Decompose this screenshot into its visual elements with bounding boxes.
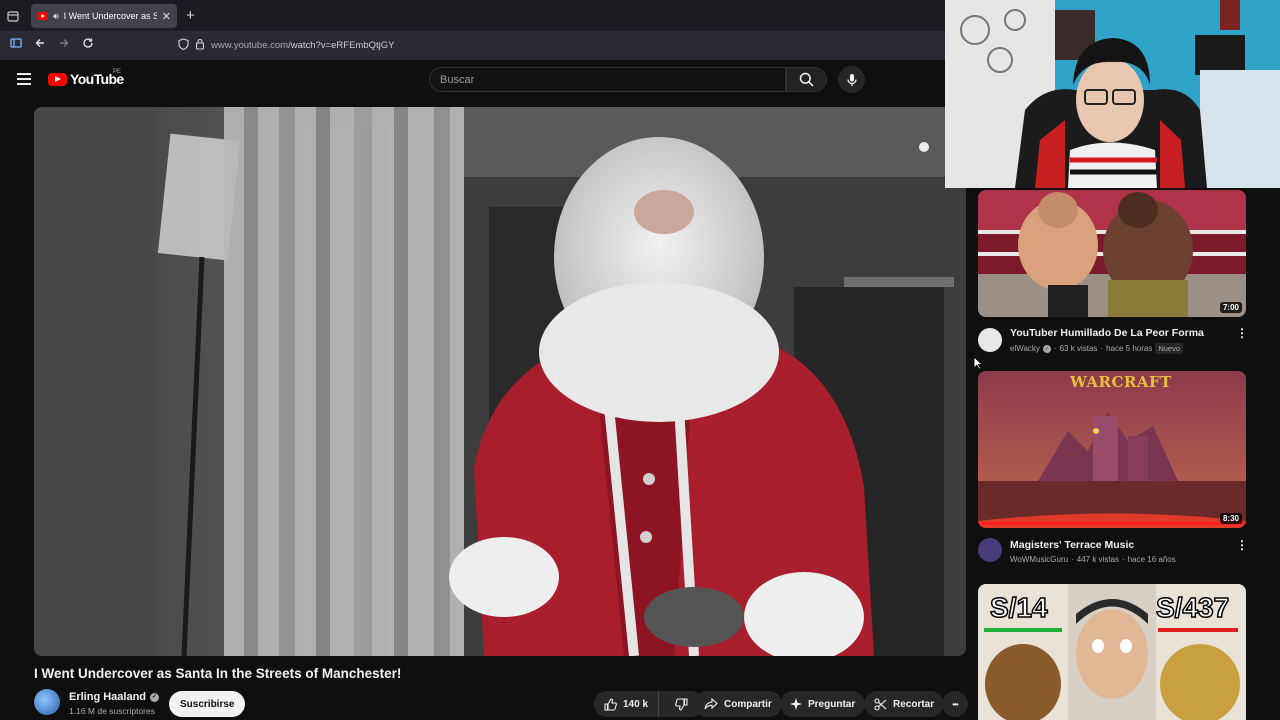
- video-player[interactable]: [34, 107, 966, 656]
- mouse-cursor-icon: [973, 356, 983, 370]
- shield-icon[interactable]: [178, 37, 189, 55]
- video-title: I Went Undercover as Santa In the Street…: [34, 666, 402, 681]
- recommendation-age: hace 5 horas: [1106, 344, 1153, 353]
- channel-avatar[interactable]: [34, 689, 60, 715]
- verified-check-icon: ✓: [150, 692, 160, 702]
- scissors-icon: [874, 697, 887, 711]
- screen: 🔊︎ I Went Undercover as Santa In the Str…: [0, 0, 1280, 720]
- tab-title: I Went Undercover as Santa In the Street…: [63, 11, 157, 21]
- recommendation-age: hace 16 años: [1127, 555, 1176, 564]
- channel-name-wrap[interactable]: Erling Haaland ✓: [69, 691, 160, 703]
- recommendation-views: 447 k vistas: [1076, 555, 1120, 564]
- browser-tab-bar: 🔊︎ I Went Undercover as Santa In the Str…: [0, 0, 945, 31]
- thumbs-down-icon: [675, 697, 688, 711]
- plus-icon[interactable]: +: [186, 7, 195, 24]
- recommendation-views: 63 k vistas: [1059, 344, 1098, 353]
- duration-badge: 8:30: [1219, 513, 1242, 524]
- like-button[interactable]: 140 k: [594, 691, 660, 717]
- url-host: www.youtube.com: [211, 40, 289, 51]
- recommendation-channel[interactable]: WoWMusicGuru: [1010, 555, 1068, 564]
- kebab-menu-icon[interactable]: ⋮: [1236, 326, 1248, 340]
- url-text[interactable]: www.youtube.com/watch?v=eRFEmbQtjGY: [211, 40, 394, 51]
- share-icon: [704, 698, 718, 710]
- channel-row: Erling Haaland ✓ 1.16 M de suscriptores …: [34, 689, 968, 719]
- url-path: /watch?v=eRFEmbQtjGY: [288, 40, 395, 51]
- youtube-header: YouTube PE: [0, 60, 945, 100]
- recommendation-title[interactable]: YouTuber Humillado De La Peor Forma: [1010, 327, 1204, 339]
- close-icon[interactable]: ✕: [162, 10, 171, 23]
- more-actions-button[interactable]: •••: [942, 691, 968, 717]
- search-icon: [799, 72, 814, 87]
- recommendation-item[interactable]: S/14 S/437: [978, 584, 1246, 720]
- lock-icon[interactable]: [195, 37, 205, 55]
- recommendation-channel[interactable]: elWacky: [1010, 344, 1040, 353]
- tab-overview-icon[interactable]: [0, 0, 26, 31]
- ask-button[interactable]: Preguntar: [780, 691, 866, 717]
- thumbs-up-icon: [604, 697, 617, 711]
- clip-label: Recortar: [893, 698, 935, 710]
- back-arrow-icon[interactable]: [34, 37, 46, 52]
- thumbnail-image: [978, 190, 1246, 317]
- video-thumbnail[interactable]: S/14 S/437: [978, 584, 1246, 720]
- forward-arrow-icon[interactable]: [58, 37, 70, 52]
- verified-check-icon: ✓: [1042, 344, 1051, 353]
- recommendation-item[interactable]: WARCRAFT 8:30 Magisters' Terrace Music W…: [978, 371, 1248, 571]
- channel-avatar[interactable]: [978, 328, 1002, 352]
- youtube-favicon-icon: [37, 12, 48, 20]
- voice-search-button[interactable]: [838, 66, 865, 93]
- sparkle-icon: [790, 698, 802, 710]
- subscribe-button[interactable]: Suscribirse: [169, 691, 246, 717]
- mic-icon: [846, 73, 857, 86]
- sidebar-icon[interactable]: [10, 37, 22, 52]
- channel-avatar[interactable]: [978, 538, 1002, 562]
- share-button[interactable]: Compartir: [694, 691, 782, 717]
- menu-icon[interactable]: [17, 73, 31, 85]
- warcraft-banner: WARCRAFT: [1070, 373, 1172, 391]
- video-thumbnail[interactable]: WARCRAFT 8:30: [978, 371, 1246, 528]
- new-badge: Nuevo: [1155, 343, 1184, 354]
- recommendation-meta: elWacky ✓ · 63 k vistas · hace 5 horas N…: [1010, 343, 1184, 354]
- video-thumbnail[interactable]: 7:00: [978, 190, 1246, 317]
- country-code: PE: [113, 69, 122, 75]
- clip-button[interactable]: Recortar: [864, 691, 945, 717]
- price-right: S/437: [1155, 591, 1230, 624]
- search-button[interactable]: [786, 67, 827, 92]
- thumbnail-image: [978, 371, 1246, 528]
- recommendation-item[interactable]: 7:00 YouTuber Humillado De La Peor Forma…: [978, 190, 1248, 360]
- address-bar[interactable]: www.youtube.com/watch?v=eRFEmbQtjGY: [178, 35, 938, 56]
- ask-label: Preguntar: [808, 698, 856, 710]
- kebab-menu-icon[interactable]: ⋮: [1236, 538, 1248, 552]
- search-input[interactable]: [440, 73, 785, 86]
- like-count: 140 k: [623, 698, 649, 710]
- like-dislike-group: 140 k: [594, 691, 704, 717]
- browser-nav-bar: www.youtube.com/watch?v=eRFEmbQtjGY: [0, 31, 945, 60]
- video-frame-image: [34, 107, 966, 656]
- youtube-logo-icon: [48, 72, 67, 86]
- duration-badge: 7:00: [1219, 302, 1242, 313]
- share-label: Compartir: [724, 698, 772, 710]
- more-icon: •••: [952, 699, 958, 709]
- reload-icon[interactable]: [82, 37, 94, 52]
- recommendation-title[interactable]: Magisters' Terrace Music: [1010, 539, 1134, 551]
- webcam-image: [945, 0, 1280, 188]
- search-box[interactable]: [429, 67, 786, 92]
- subscriber-count: 1.16 M de suscriptores: [69, 706, 155, 716]
- webcam-overlay: [945, 0, 1280, 188]
- price-left: S/14: [989, 591, 1048, 624]
- recommendation-meta: WoWMusicGuru · 447 k vistas · hace 16 añ…: [1010, 555, 1176, 564]
- channel-name[interactable]: Erling Haaland: [69, 691, 146, 703]
- browser-tab-active[interactable]: 🔊︎ I Went Undercover as Santa In the Str…: [31, 4, 177, 28]
- speaker-icon[interactable]: 🔊︎: [53, 11, 59, 22]
